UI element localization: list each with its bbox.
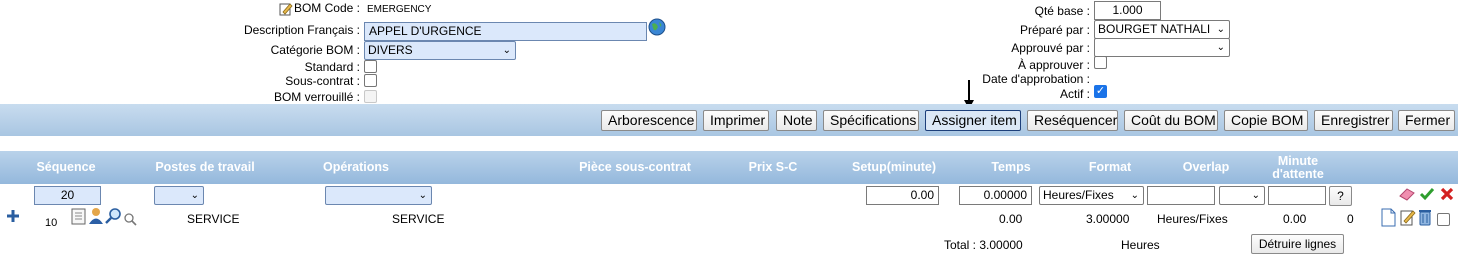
row-sequence: 10 <box>45 217 58 229</box>
save-button[interactable]: Enregistrer <box>1314 110 1393 131</box>
row-extra: 0 <box>1347 212 1354 226</box>
expand-icon[interactable] <box>6 209 20 223</box>
bom-cost-button[interactable]: Coût du BOM <box>1124 110 1218 131</box>
tree-button[interactable]: Arborescence <box>601 110 697 131</box>
bom-code-label: BOM Code : <box>293 1 360 15</box>
new-wait-input[interactable] <box>1268 186 1326 205</box>
new-time-input[interactable]: 0.00000 <box>959 186 1032 205</box>
locked-checkbox <box>364 90 377 103</box>
assign-item-button[interactable]: Assigner item <box>925 110 1021 131</box>
resequence-button[interactable]: Reséquencer <box>1027 110 1118 131</box>
prepared-label: Préparé par : <box>1019 23 1090 37</box>
chevron-down-icon: ⌄ <box>1251 190 1260 201</box>
new-overlap-select[interactable]: ⌄ <box>1219 186 1265 205</box>
confirm-icon[interactable] <box>1419 186 1435 202</box>
zoom-icon[interactable] <box>105 207 122 224</box>
chevron-down-icon: ⌄ <box>502 45 511 56</box>
subcontract-label: Sous-contrat : <box>285 74 360 88</box>
standard-label: Standard : <box>304 60 360 74</box>
eraser-icon[interactable] <box>1398 187 1416 201</box>
row-time: 3.00000 <box>1086 212 1130 226</box>
total-unit: Heures <box>1121 238 1160 252</box>
edit-icon[interactable] <box>1400 208 1416 226</box>
active-label: Actif : <box>1059 87 1090 101</box>
cancel-icon[interactable] <box>1439 186 1455 202</box>
active-checkbox[interactable]: ✓ <box>1094 85 1107 98</box>
prepared-select[interactable]: BOURGET NATHALI ⌄ <box>1094 20 1230 39</box>
col-sc-price: Prix S-C <box>748 160 798 174</box>
search-icon[interactable] <box>123 212 138 226</box>
bom-code-value: EMERGENCY <box>367 4 432 15</box>
new-workstation-select[interactable]: ⌄ <box>154 186 204 205</box>
globe-icon[interactable] <box>648 18 666 36</box>
delete-lines-button[interactable]: Détruire lignes <box>1251 234 1344 254</box>
total-label: Total : 3.00000 <box>944 238 1023 252</box>
col-overlap: Overlap <box>1182 160 1230 174</box>
col-setup: Setup(minute) <box>851 160 937 174</box>
copy-bom-button[interactable]: Copie BOM <box>1224 110 1308 131</box>
category-label: Catégorie BOM : <box>270 43 360 57</box>
standard-checkbox[interactable] <box>364 60 377 73</box>
col-format: Format <box>1088 160 1132 174</box>
help-button[interactable]: ? <box>1329 186 1352 206</box>
to-approve-checkbox[interactable] <box>1094 56 1107 69</box>
new-format-select[interactable]: Heures/Fixes ⌄ <box>1039 186 1144 205</box>
col-wait-line1: Minute <box>1277 154 1319 168</box>
page-icon[interactable] <box>1381 208 1396 227</box>
prepared-value: BOURGET NATHALI <box>1098 22 1211 36</box>
note-button[interactable]: Note <box>776 110 817 131</box>
print-button[interactable]: Imprimer <box>703 110 769 131</box>
qty-label: Qté base : <box>1034 4 1090 18</box>
row-wait: 0.00 <box>1283 212 1307 226</box>
chevron-down-icon: ⌄ <box>190 190 199 201</box>
row-setup: 0.00 <box>999 212 1023 226</box>
row-workstation: SERVICE <box>187 212 240 226</box>
col-subcontract-part: Pièce sous-contrat <box>579 160 691 174</box>
col-workstations: Postes de travail <box>155 160 255 174</box>
close-button[interactable]: Fermer <box>1398 110 1455 131</box>
user-icon[interactable] <box>87 207 105 225</box>
approved-select[interactable]: ⌄ <box>1094 38 1230 57</box>
description-label: Description Français : <box>243 23 360 37</box>
new-operation-select[interactable]: ⌄ <box>325 186 432 205</box>
new-setup-input[interactable]: 0.00 <box>866 186 939 205</box>
row-operation: SERVICE <box>392 212 445 226</box>
new-sequence-input[interactable]: 20 <box>34 186 101 205</box>
col-time: Temps <box>991 160 1031 174</box>
chevron-down-icon: ⌄ <box>1216 24 1225 35</box>
document-icon[interactable] <box>71 208 87 225</box>
col-sequence: Séquence <box>36 160 96 174</box>
description-input[interactable]: APPEL D'URGENCE <box>364 22 647 41</box>
edit-icon[interactable] <box>279 2 293 16</box>
specifications-button[interactable]: Spécifications <box>823 110 919 131</box>
col-operations: Opérations <box>323 160 389 174</box>
chevron-down-icon: ⌄ <box>418 190 427 201</box>
qty-input[interactable]: 1.000 <box>1094 1 1161 20</box>
approved-label: Approuvé par : <box>1011 41 1090 55</box>
row-format: Heures/Fixes <box>1157 212 1228 226</box>
subcontract-checkbox[interactable] <box>364 74 377 87</box>
chevron-down-icon: ⌄ <box>1216 42 1225 53</box>
to-approve-label: À approuver : <box>1017 58 1090 72</box>
category-value: DIVERS <box>368 43 413 57</box>
new-overlap-input[interactable] <box>1147 186 1215 205</box>
row-select-checkbox[interactable] <box>1437 213 1450 226</box>
locked-label: BOM verrouillé : <box>273 90 360 104</box>
col-wait-line2: d'attente <box>1272 167 1324 181</box>
chevron-down-icon: ⌄ <box>1130 190 1139 201</box>
category-select[interactable]: DIVERS ⌄ <box>364 41 516 60</box>
new-format-value: Heures/Fixes <box>1043 188 1114 202</box>
trash-icon[interactable] <box>1418 208 1432 226</box>
